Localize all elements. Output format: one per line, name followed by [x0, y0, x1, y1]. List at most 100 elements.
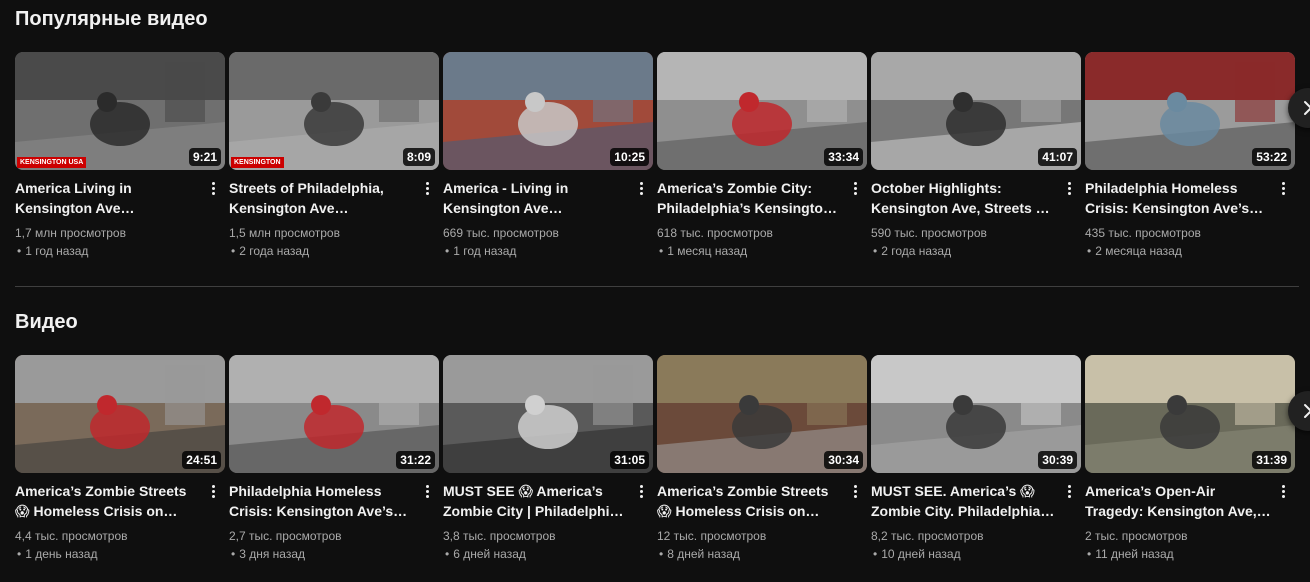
video-views: 590 тыс. просмотров	[871, 226, 987, 240]
video-thumbnail[interactable]: 30:34	[657, 355, 867, 473]
video-age-row: • 2 месяца назад	[1085, 242, 1295, 260]
video-meta: America Living in Kensington Ave Philade…	[15, 170, 225, 260]
video-thumbnail[interactable]: 31:39	[1085, 355, 1295, 473]
video-title[interactable]: America Living in Kensington Ave Philade…	[15, 178, 201, 218]
video-age: 2 месяца назад	[1095, 244, 1182, 258]
video-card[interactable]: 30:39 MUST SEE. America’s 😱 Zombie City. …	[871, 355, 1081, 563]
kebab-vertical-icon[interactable]	[1275, 178, 1291, 198]
video-card[interactable]: 41:07 October Highlights: Kensington Ave,…	[871, 52, 1081, 260]
kebab-vertical-icon[interactable]	[419, 481, 435, 501]
video-title[interactable]: Streets of Philadelphia, Kensington Ave …	[229, 178, 415, 218]
video-meta: America - Living in Kensington Ave Phila…	[443, 170, 653, 260]
video-card[interactable]: 53:22 Philadelphia Homeless Crisis: Kensi…	[1085, 52, 1295, 260]
video-age: 1 год назад	[25, 244, 89, 258]
kebab-vertical-icon[interactable]	[847, 481, 863, 501]
separator-dot: •	[873, 244, 878, 258]
video-thumbnail[interactable]: 53:22	[1085, 52, 1295, 170]
video-age-row: • 6 дней назад	[443, 545, 653, 563]
video-title[interactable]: America’s Zombie Streets 😱 Homeless Cris…	[657, 481, 843, 521]
video-title[interactable]: Philadelphia Homeless Crisis: Kensington…	[1085, 178, 1271, 218]
video-meta: Philadelphia Homeless Crisis: Kensington…	[1085, 170, 1295, 260]
separator-dot: •	[445, 244, 450, 258]
video-thumbnail[interactable]: KENSINGTON 8:09	[229, 52, 439, 170]
video-age-row: • 3 дня назад	[229, 545, 439, 563]
video-grid: KENSINGTON USA 9:21 America Living in Kens…	[15, 52, 1295, 260]
video-card[interactable]: 30:34 America’s Zombie Streets 😱 Homeless…	[657, 355, 867, 563]
video-card[interactable]: 31:22 Philadelphia Homeless Crisis: Kensi…	[229, 355, 439, 563]
kebab-vertical-icon[interactable]	[1061, 481, 1077, 501]
video-thumbnail[interactable]: KENSINGTON USA 9:21	[15, 52, 225, 170]
video-meta: America’s Zombie Streets 😱 Homeless Cris…	[657, 473, 867, 563]
kebab-vertical-icon[interactable]	[205, 178, 221, 198]
video-age-row: • 1 день назад	[15, 545, 225, 563]
video-thumbnail[interactable]: 24:51	[15, 355, 225, 473]
chevron-right-icon	[1304, 404, 1310, 418]
chevron-right-icon	[1304, 101, 1310, 115]
video-thumbnail[interactable]: 30:39	[871, 355, 1081, 473]
section-title: Популярные видео	[15, 8, 208, 30]
video-views: 435 тыс. просмотров	[1085, 226, 1201, 240]
video-duration: 9:21	[188, 148, 221, 166]
video-card[interactable]: KENSINGTON 8:09 Streets of Philadelphia, K…	[229, 52, 439, 260]
video-duration: 31:39	[1252, 451, 1291, 469]
video-age-row: • 1 год назад	[15, 242, 225, 260]
video-age-row: • 1 месяц назад	[657, 242, 867, 260]
video-title[interactable]: MUST SEE 😱 America’s Zombie City | Phila…	[443, 481, 629, 521]
kebab-vertical-icon[interactable]	[205, 481, 221, 501]
video-views: 12 тыс. просмотров	[657, 529, 767, 543]
separator-dot: •	[17, 244, 22, 258]
video-title[interactable]: Philadelphia Homeless Crisis: Kensington…	[229, 481, 415, 521]
video-duration: 24:51	[182, 451, 221, 469]
video-views: 669 тыс. просмотров	[443, 226, 559, 240]
video-title[interactable]: America - Living in Kensington Ave Phila…	[443, 178, 629, 218]
video-views: 2,7 тыс. просмотров	[229, 529, 342, 543]
video-meta: MUST SEE. America’s 😱 Zombie City. Phila…	[871, 473, 1081, 563]
video-title[interactable]: America’s Zombie City: Philadelphia’s Ke…	[657, 178, 843, 218]
video-grid: 24:51 America’s Zombie Streets 😱 Homeless…	[15, 355, 1295, 563]
kebab-vertical-icon[interactable]	[847, 178, 863, 198]
video-title[interactable]: America’s Open-Air Tragedy: Kensington A…	[1085, 481, 1271, 521]
separator-dot: •	[17, 547, 22, 561]
video-thumbnail[interactable]: 10:25	[443, 52, 653, 170]
video-age: 1 день назад	[25, 547, 98, 561]
video-thumbnail[interactable]: 31:05	[443, 355, 653, 473]
video-title[interactable]: October Highlights: Kensington Ave, Stre…	[871, 178, 1057, 218]
video-age: 8 дней назад	[667, 547, 740, 561]
kebab-vertical-icon[interactable]	[633, 178, 649, 198]
video-age-row: • 10 дней назад	[871, 545, 1081, 563]
section-title: Видео	[15, 311, 78, 333]
video-thumbnail[interactable]: 33:34	[657, 52, 867, 170]
video-duration: 33:34	[824, 148, 863, 166]
video-meta: Streets of Philadelphia, Kensington Ave …	[229, 170, 439, 260]
kebab-vertical-icon[interactable]	[1275, 481, 1291, 501]
video-duration: 31:22	[396, 451, 435, 469]
video-age: 2 года назад	[881, 244, 952, 258]
video-meta: America’s Zombie City: Philadelphia’s Ke…	[657, 170, 867, 260]
video-views: 1,5 млн просмотров	[229, 226, 340, 240]
video-card[interactable]: 31:05 MUST SEE 😱 America’s Zombie City | …	[443, 355, 653, 563]
kebab-vertical-icon[interactable]	[1061, 178, 1077, 198]
video-duration: 10:25	[610, 148, 649, 166]
video-age-row: • 8 дней назад	[657, 545, 867, 563]
video-card[interactable]: 10:25 America - Living in Kensington Ave …	[443, 52, 653, 260]
video-card[interactable]: 31:39 America’s Open-Air Tragedy: Kensing…	[1085, 355, 1295, 563]
separator-dot: •	[231, 244, 236, 258]
video-card[interactable]: KENSINGTON USA 9:21 America Living in Kens…	[15, 52, 225, 260]
video-title[interactable]: America’s Zombie Streets 😱 Homeless Cris…	[15, 481, 201, 521]
video-thumbnail[interactable]: 41:07	[871, 52, 1081, 170]
kebab-vertical-icon[interactable]	[419, 178, 435, 198]
separator-dot: •	[1087, 547, 1092, 561]
video-card[interactable]: 33:34 America’s Zombie City: Philadelphia…	[657, 52, 867, 260]
separator-dot: •	[445, 547, 450, 561]
channel-badge: KENSINGTON USA	[17, 157, 87, 168]
video-title[interactable]: MUST SEE. America’s 😱 Zombie City. Phila…	[871, 481, 1057, 521]
video-views: 3,8 тыс. просмотров	[443, 529, 556, 543]
video-meta: October Highlights: Kensington Ave, Stre…	[871, 170, 1081, 260]
video-views: 1,7 млн просмотров	[15, 226, 126, 240]
video-age: 1 месяц назад	[667, 244, 748, 258]
video-thumbnail[interactable]: 31:22	[229, 355, 439, 473]
video-age: 1 год назад	[453, 244, 517, 258]
kebab-vertical-icon[interactable]	[633, 481, 649, 501]
video-card[interactable]: 24:51 America’s Zombie Streets 😱 Homeless…	[15, 355, 225, 563]
video-meta: Philadelphia Homeless Crisis: Kensington…	[229, 473, 439, 563]
